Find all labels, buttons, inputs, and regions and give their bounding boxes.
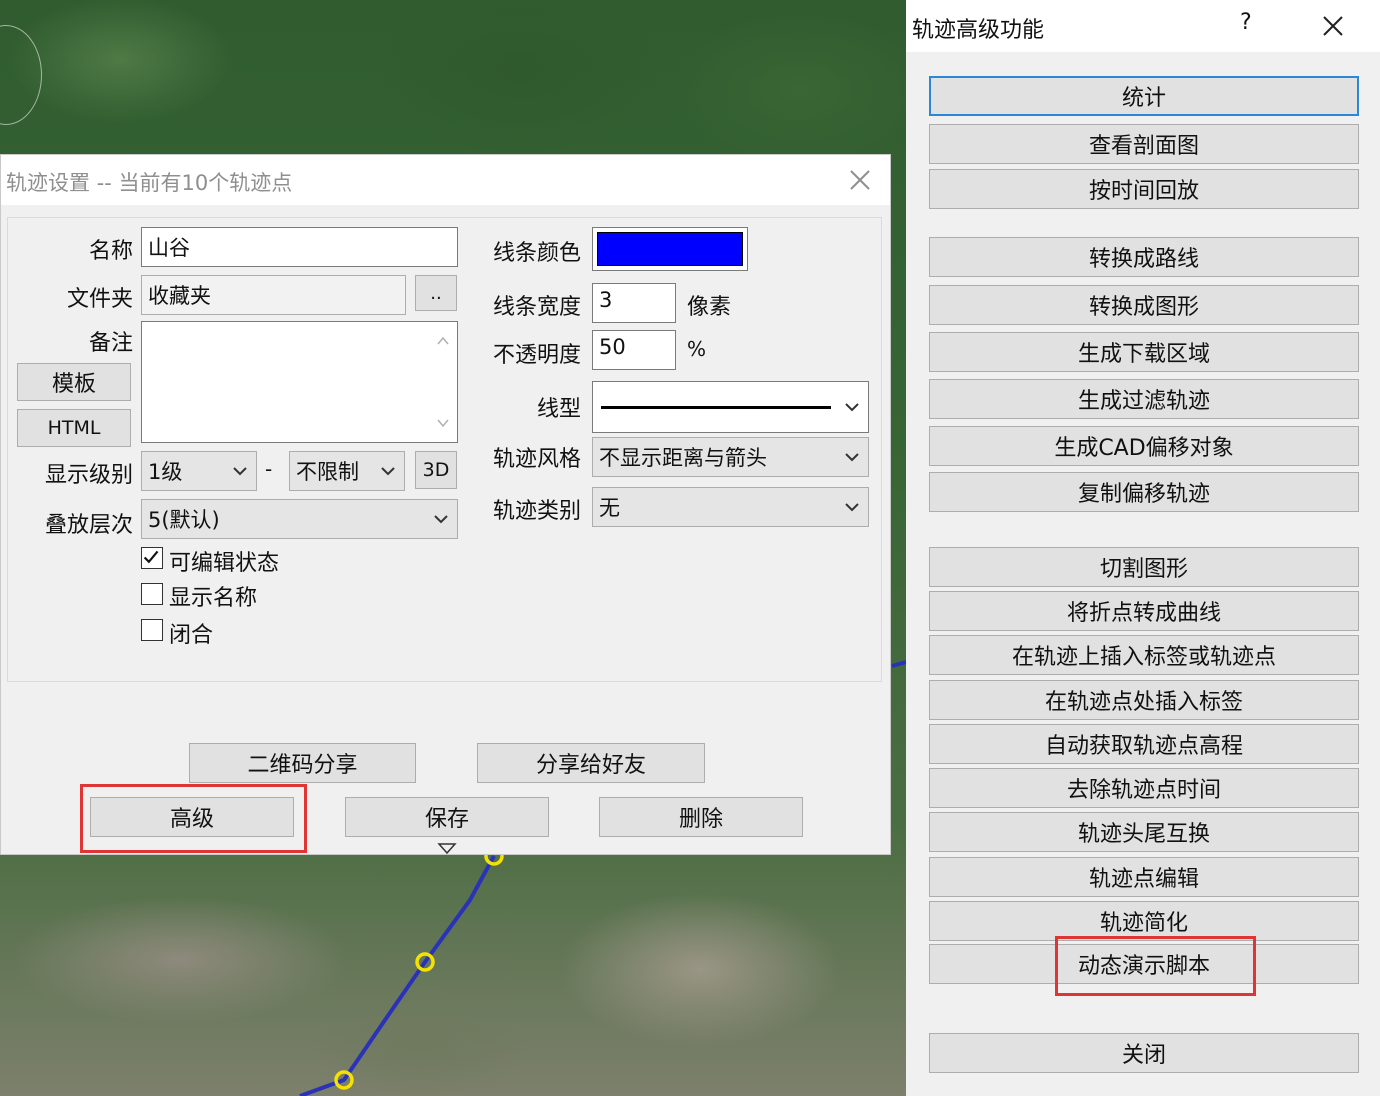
editable-checkbox[interactable] xyxy=(141,547,163,569)
layer-label: 叠放层次 xyxy=(44,513,133,538)
track-type-value: 无 xyxy=(599,496,620,520)
track-settings-dialog: 轨迹设置 -- 当前有10个轨迹点 名称 山谷 文件夹 收藏夹 .. 备注 模板… xyxy=(0,154,891,855)
save-button[interactable]: 保存 xyxy=(345,797,549,837)
display-level-label: 显示级别 xyxy=(44,463,133,488)
reverse-track-button[interactable]: 轨迹头尾互换 xyxy=(929,812,1359,852)
line-width-input[interactable]: 3 xyxy=(592,283,676,323)
stats-button[interactable]: 统计 xyxy=(929,76,1359,116)
cut-shape-button[interactable]: 切割图形 xyxy=(929,547,1359,587)
show-name-checkbox[interactable] xyxy=(141,583,163,605)
download-area-button[interactable]: 生成下载区域 xyxy=(929,332,1359,372)
level-min-value: 1级 xyxy=(148,460,183,484)
folder-label: 文件夹 xyxy=(66,287,133,312)
note-textarea[interactable] xyxy=(141,321,458,443)
insert-label-or-point-button[interactable]: 在轨迹上插入标签或轨迹点 xyxy=(929,635,1359,675)
layer-value: 5(默认) xyxy=(148,508,220,532)
expand-triangle-icon[interactable] xyxy=(437,843,457,855)
opacity-input[interactable]: 50 xyxy=(592,330,676,370)
animation-script-button[interactable]: 动态演示脚本 xyxy=(929,944,1359,984)
edit-points-button[interactable]: 轨迹点编辑 xyxy=(929,857,1359,897)
convert-route-button[interactable]: 转换成路线 xyxy=(929,237,1359,277)
scrollbar[interactable] xyxy=(435,332,451,432)
3d-button[interactable]: 3D xyxy=(415,451,457,489)
panel-title: 轨迹高级功能 xyxy=(912,18,1045,43)
delete-button[interactable]: 删除 xyxy=(599,797,803,837)
line-width-label: 线条宽度 xyxy=(492,295,581,320)
time-playback-button[interactable]: 按时间回放 xyxy=(929,169,1359,209)
template-button[interactable]: 模板 xyxy=(17,363,131,401)
chevron-down-icon xyxy=(845,403,859,412)
convert-shape-button[interactable]: 转换成图形 xyxy=(929,285,1359,325)
line-color-picker[interactable] xyxy=(592,227,748,271)
close-button[interactable]: 关闭 xyxy=(929,1033,1359,1073)
close-icon[interactable] xyxy=(1320,13,1346,39)
chevron-down-icon xyxy=(845,453,859,462)
level-max-value: 不限制 xyxy=(296,460,359,484)
copy-offset-button[interactable]: 复制偏移轨迹 xyxy=(929,472,1359,512)
simplify-track-button[interactable]: 轨迹简化 xyxy=(929,901,1359,941)
editable-label: 可编辑状态 xyxy=(169,551,280,576)
check-icon xyxy=(143,550,159,564)
track-line xyxy=(299,855,496,1096)
track-style-select[interactable]: 不显示距离与箭头 xyxy=(592,437,869,477)
advanced-functions-panel: 轨迹高级功能 ? 统计 查看剖面图 按时间回放 转换成路线 转换成图形 生成下载… xyxy=(906,0,1380,1096)
track-line-edge xyxy=(891,660,906,668)
cad-offset-button[interactable]: 生成CAD偏移对象 xyxy=(929,426,1359,466)
chevron-down-icon xyxy=(233,467,247,476)
track-style-value: 不显示距离与箭头 xyxy=(599,446,767,470)
insert-label-at-point-button[interactable]: 在轨迹点处插入标签 xyxy=(929,680,1359,720)
level-min-select[interactable]: 1级 xyxy=(141,451,257,491)
name-label: 名称 xyxy=(88,239,133,264)
line-type-preview xyxy=(601,406,831,409)
chevron-down-icon xyxy=(381,467,395,476)
level-separator: - xyxy=(265,457,273,481)
opacity-unit: % xyxy=(687,337,707,361)
share-friend-button[interactable]: 分享给好友 xyxy=(477,743,705,783)
auto-elevation-button[interactable]: 自动获取轨迹点高程 xyxy=(929,724,1359,764)
line-color-label: 线条颜色 xyxy=(492,241,581,266)
vertex-to-curve-button[interactable]: 将折点转成曲线 xyxy=(929,591,1359,631)
line-type-select[interactable] xyxy=(592,381,869,433)
dialog-titlebar[interactable]: 轨迹设置 -- 当前有10个轨迹点 xyxy=(1,155,890,205)
close-icon[interactable] xyxy=(847,167,873,193)
filter-track-button[interactable]: 生成过滤轨迹 xyxy=(929,379,1359,419)
chevron-down-icon xyxy=(434,515,448,524)
browse-folder-button[interactable]: .. xyxy=(415,275,457,311)
dialog-title: 轨迹设置 -- 当前有10个轨迹点 xyxy=(6,171,293,195)
track-style-label: 轨迹风格 xyxy=(492,447,581,472)
level-max-select[interactable]: 不限制 xyxy=(289,451,405,491)
chevron-down-icon xyxy=(845,503,859,512)
profile-view-button[interactable]: 查看剖面图 xyxy=(929,124,1359,164)
layer-select[interactable]: 5(默认) xyxy=(141,499,458,539)
panel-titlebar[interactable]: 轨迹高级功能 ? xyxy=(906,0,1380,52)
color-fill xyxy=(597,232,743,266)
remove-time-button[interactable]: 去除轨迹点时间 xyxy=(929,768,1359,808)
name-input[interactable]: 山谷 xyxy=(141,227,458,267)
folder-field[interactable]: 收藏夹 xyxy=(141,275,406,315)
closed-label: 闭合 xyxy=(169,623,214,648)
opacity-label: 不透明度 xyxy=(492,343,581,368)
help-button[interactable]: ? xyxy=(1240,10,1252,35)
line-width-unit: 像素 xyxy=(687,295,732,320)
track-type-select[interactable]: 无 xyxy=(592,487,869,527)
note-label: 备注 xyxy=(88,331,133,356)
advanced-button[interactable]: 高级 xyxy=(90,797,294,837)
line-type-label: 线型 xyxy=(536,397,581,422)
show-name-label: 显示名称 xyxy=(169,586,258,611)
closed-checkbox[interactable] xyxy=(141,619,163,641)
track-type-label: 轨迹类别 xyxy=(492,499,581,524)
qr-share-button[interactable]: 二维码分享 xyxy=(189,743,416,783)
html-button[interactable]: HTML xyxy=(17,409,131,447)
